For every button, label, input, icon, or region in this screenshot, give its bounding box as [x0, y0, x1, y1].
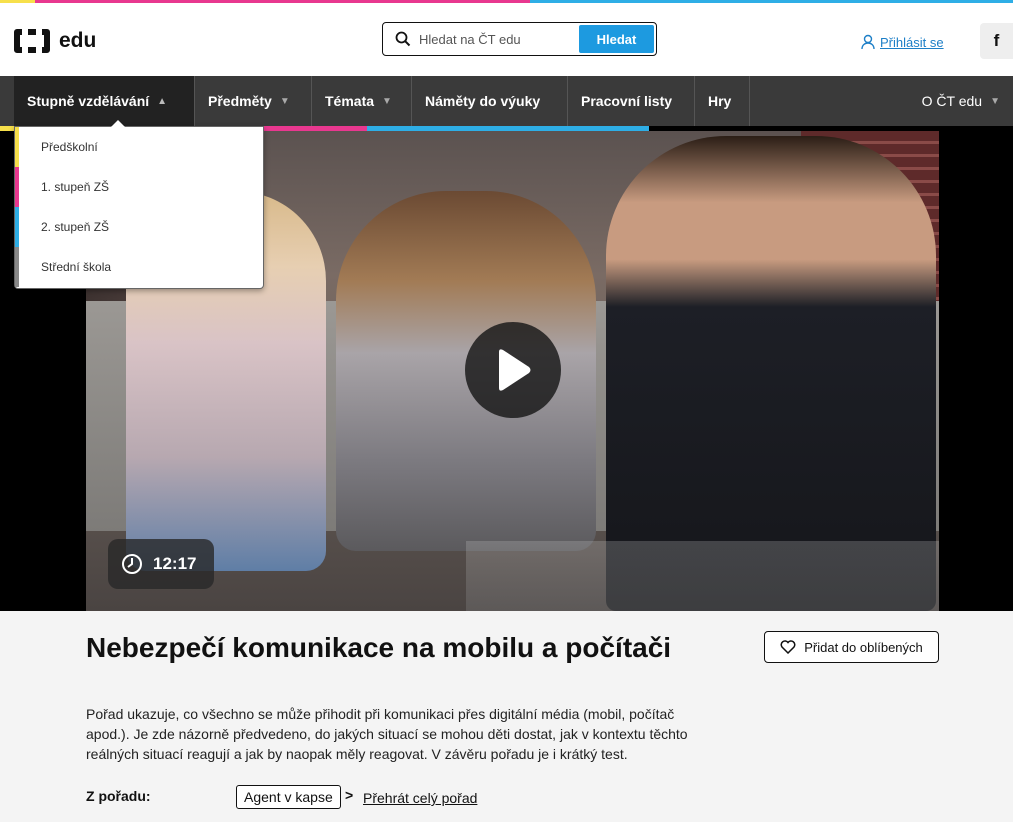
caret-down-icon: ▼ — [990, 95, 1000, 107]
nav-label: Pracovní listy — [581, 93, 673, 109]
duration-text: 12:17 — [153, 554, 197, 573]
nav-item-education-levels[interactable]: Stupně vzdělávání ▲ — [14, 76, 195, 126]
search-input[interactable] — [419, 31, 579, 47]
nav-label: Náměty do výuky — [425, 93, 541, 109]
dropdown-item-label: 2. stupeň ZŠ — [41, 220, 110, 234]
dropdown-item-primary-1[interactable]: 1. stupeň ZŠ — [15, 167, 263, 207]
dropdown-item-label: 1. stupeň ZŠ — [41, 180, 110, 194]
search-button[interactable]: Hledat — [579, 25, 654, 53]
add-to-favorites-button[interactable]: Přidat do oblíbených — [764, 631, 939, 663]
main-nav: Stupně vzdělávání ▲ Předměty ▼ Témata ▼ … — [0, 76, 1013, 126]
play-icon — [499, 349, 531, 391]
ct-edu-logo[interactable]: edu — [13, 27, 96, 55]
user-icon — [861, 34, 875, 50]
heart-icon — [780, 640, 796, 654]
dropdown-item-label: Předškolní — [41, 140, 98, 154]
nav-item-teaching-ideas[interactable]: Náměty do výuky — [412, 76, 568, 126]
video-description: Pořad ukazuje, co všechno se může přihod… — [86, 706, 688, 762]
dropdown-item-primary-2[interactable]: 2. stupeň ZŠ — [15, 207, 263, 247]
education-levels-dropdown: Předškolní 1. stupeň ZŠ 2. stupeň ZŠ Stř… — [14, 120, 264, 289]
nav-label: Stupně vzdělávání — [27, 93, 150, 109]
caret-up-icon: ▲ — [157, 95, 168, 107]
nav-about-label: O ČT edu — [921, 93, 983, 109]
logo-text: edu — [59, 29, 97, 52]
play-all-link[interactable]: Přehrát celý pořad — [363, 790, 477, 806]
nav-label: Předměty — [208, 93, 272, 109]
search-icon — [395, 31, 411, 47]
play-button[interactable] — [465, 322, 561, 418]
dropdown-item-label: Střední škola — [41, 260, 112, 274]
nav-label: Hry — [708, 93, 732, 109]
facebook-icon: f — [993, 31, 1000, 50]
facebook-button[interactable]: f — [980, 23, 1013, 59]
nav-item-topics[interactable]: Témata ▼ — [312, 76, 412, 126]
dropdown-item-preschool[interactable]: Předškolní — [15, 127, 263, 167]
video-info: Nebezpečí komunikace na mobilu a počítač… — [0, 611, 1013, 822]
dropdown-item-secondary[interactable]: Střední škola — [15, 247, 263, 287]
show-tag-link[interactable]: Agent v kapse — [236, 785, 341, 809]
login-link[interactable]: Přihlásit se — [861, 34, 944, 50]
nav-label: Témata — [325, 93, 375, 109]
clock-icon — [122, 554, 142, 574]
favorite-label: Přidat do oblíbených — [804, 639, 923, 655]
nav-item-games[interactable]: Hry — [695, 76, 750, 126]
duration-badge: 12:17 — [108, 539, 214, 589]
search-box: Hledat — [382, 22, 657, 56]
caret-down-icon: ▼ — [382, 95, 392, 107]
login-label: Přihlásit se — [880, 34, 944, 50]
header: edu Hledat Přihlásit se f — [0, 3, 1013, 76]
caret-down-icon: ▼ — [279, 95, 290, 107]
nav-item-worksheets[interactable]: Pracovní listy — [568, 76, 695, 126]
page-title: Nebezpečí komunikace na mobilu a počítač… — [86, 632, 672, 663]
nav-item-about[interactable]: O ČT edu ▼ — [922, 76, 1000, 126]
chevron-right-icon: > — [345, 787, 354, 803]
nav-item-subjects[interactable]: Předměty ▼ — [195, 76, 312, 126]
from-show-label: Z pořadu: — [86, 788, 151, 804]
ct-logo-icon — [14, 29, 50, 53]
